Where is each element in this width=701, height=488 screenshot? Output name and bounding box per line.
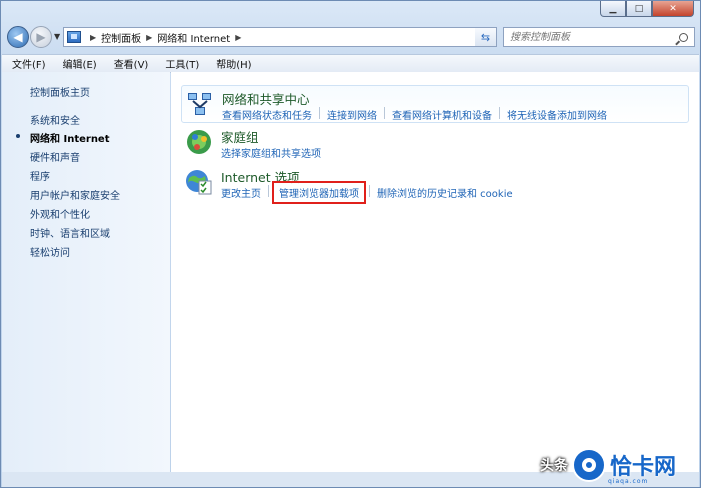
watermark-brand: 恰卡网: [610, 455, 677, 480]
link-add-wireless-device[interactable]: 将无线设备添加到网络: [507, 107, 607, 122]
menu-view[interactable]: 查看(V): [104, 56, 156, 71]
sidebar-item-user-accounts[interactable]: 用户帐户和家庭安全: [30, 187, 120, 202]
homegroup-icon: [187, 130, 211, 154]
sidebar: 控制面板主页 系统和安全 网络和 Internet 硬件和声音 程序 用户帐户和…: [2, 72, 170, 472]
sidebar-item-system-security[interactable]: 系统和安全: [30, 112, 80, 127]
maximize-button[interactable]: □: [626, 1, 652, 17]
sidebar-item-appearance[interactable]: 外观和个性化: [30, 206, 90, 221]
link-manage-browser-addons[interactable]: 管理浏览器加载项: [272, 181, 366, 204]
category-links-homegroup: 选择家庭组和共享选项: [221, 145, 321, 160]
back-arrow-icon: ◀: [13, 30, 23, 44]
recent-pages-dropdown-icon[interactable]: ▼: [54, 32, 60, 41]
link-homegroup-sharing-options[interactable]: 选择家庭组和共享选项: [221, 145, 321, 160]
watermark-logo-icon: [572, 448, 606, 482]
menu-file[interactable]: 文件(F): [2, 56, 53, 71]
link-divider: [499, 107, 500, 119]
navigation-row: ◀ ▶ ▼ ▶ 控制面板 ▶ 网络和 Internet ▶ ▼ ⇆: [1, 23, 701, 51]
category-title-homegroup[interactable]: 家庭组: [221, 127, 259, 146]
close-button[interactable]: ✕: [652, 1, 694, 17]
link-divider: [384, 107, 385, 119]
link-connect-network[interactable]: 连接到网络: [327, 107, 377, 122]
menu-edit[interactable]: 编辑(E): [53, 56, 104, 71]
category-title-network-sharing[interactable]: 网络和共享中心: [222, 89, 310, 108]
sidebar-item-ease-of-access[interactable]: 轻松访问: [30, 244, 70, 259]
network-icon: [188, 93, 211, 115]
control-panel-icon: [67, 31, 81, 43]
link-divider: [268, 185, 269, 197]
breadcrumb-separator-icon[interactable]: ▶: [90, 33, 96, 42]
watermark-sub: qiaqa.com: [608, 478, 649, 485]
breadcrumb-network-internet[interactable]: 网络和 Internet: [157, 30, 230, 45]
sidebar-item-network-internet: 网络和 Internet: [30, 134, 110, 145]
internet-options-icon: [186, 170, 212, 195]
breadcrumb-separator-icon[interactable]: ▶: [235, 33, 241, 42]
search-input[interactable]: [504, 30, 672, 44]
address-bar[interactable]: ▶ 控制面板 ▶ 网络和 Internet ▶ ▼: [63, 27, 497, 47]
category-network-sharing: 网络和共享中心 查看网络状态和任务 连接到网络 查看网络计算机和设备 将无线设备…: [181, 85, 689, 123]
breadcrumb-separator-icon[interactable]: ▶: [146, 33, 152, 42]
watermark-prefix: 头条: [540, 458, 568, 474]
menu-bar: 文件(F) 编辑(E) 查看(V) 工具(T) 帮助(H): [2, 54, 699, 73]
main-content: 网络和共享中心 查看网络状态和任务 连接到网络 查看网络计算机和设备 将无线设备…: [171, 72, 699, 472]
watermark: 头条 恰卡网: [540, 448, 676, 482]
link-divider: [319, 107, 320, 119]
link-view-network-computers[interactable]: 查看网络计算机和设备: [392, 107, 492, 122]
window-caption-buttons: ▁ □ ✕: [600, 1, 694, 17]
back-button[interactable]: ◀: [7, 26, 29, 48]
link-change-homepage[interactable]: 更改主页: [221, 185, 261, 200]
category-internet-options: Internet 选项 更改主页 管理浏览器加载项 删除浏览的历史记录和 coo…: [181, 164, 689, 204]
link-delete-browsing-history[interactable]: 删除浏览的历史记录和 cookie: [377, 185, 513, 200]
forward-button[interactable]: ▶: [30, 26, 52, 48]
menu-help[interactable]: 帮助(H): [206, 56, 258, 71]
search-icon[interactable]: [679, 32, 688, 42]
category-homegroup: 家庭组 选择家庭组和共享选项: [181, 124, 689, 162]
refresh-button[interactable]: ⇆: [475, 27, 497, 47]
sidebar-item-control-panel-home[interactable]: 控制面板主页: [30, 84, 90, 99]
forward-arrow-icon: ▶: [36, 30, 46, 44]
sidebar-item-hardware-sound[interactable]: 硬件和声音: [30, 149, 80, 164]
breadcrumb-control-panel[interactable]: 控制面板: [101, 30, 141, 45]
sidebar-item-programs[interactable]: 程序: [30, 168, 50, 183]
category-title-internet-options[interactable]: Internet 选项: [221, 167, 300, 186]
link-divider: [369, 185, 370, 197]
category-links-internet-options: 更改主页 管理浏览器加载项 删除浏览的历史记录和 cookie: [221, 181, 513, 204]
active-bullet-icon: [16, 134, 20, 138]
menu-tools[interactable]: 工具(T): [155, 56, 206, 71]
link-view-network-status[interactable]: 查看网络状态和任务: [222, 107, 312, 122]
explorer-window: ▁ □ ✕ ◀ ▶ ▼ ▶ 控制面板 ▶ 网络和 Internet ▶ ▼ ⇆ …: [0, 0, 701, 488]
sidebar-item-clock-language[interactable]: 时钟、语言和区域: [30, 225, 110, 240]
refresh-icon: ⇆: [480, 30, 491, 44]
search-box[interactable]: [503, 27, 695, 47]
category-links-network: 查看网络状态和任务 连接到网络 查看网络计算机和设备 将无线设备添加到网络: [222, 107, 607, 122]
minimize-button[interactable]: ▁: [600, 1, 626, 17]
